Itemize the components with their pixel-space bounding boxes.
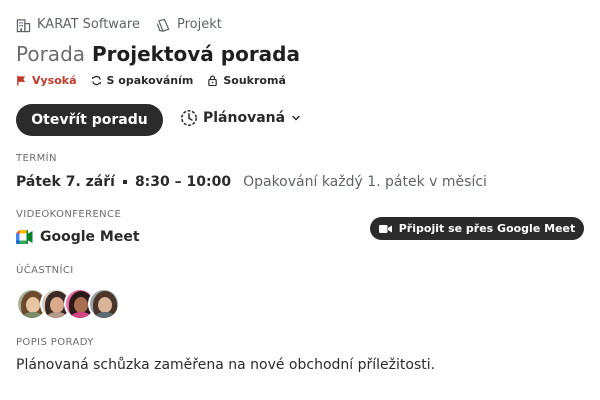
- recurrence-label: S opakováním: [106, 74, 194, 87]
- title-name: Projektová porada: [91, 42, 300, 66]
- term-section-label: TERMÍN: [16, 153, 57, 164]
- status-dropdown[interactable]: Plánovaná: [180, 109, 301, 127]
- page-title: Porada Projektová porada: [16, 41, 300, 67]
- participants-section-label: ÚČASTNÍCI: [16, 265, 74, 276]
- term-time: 8:30 – 10:00: [134, 174, 232, 190]
- building-icon: [16, 18, 31, 32]
- breadcrumb-company[interactable]: KARAT Software: [16, 17, 140, 33]
- description-section-label: POPIS PORADY: [16, 337, 94, 348]
- term-date: Pátek 7. září: [16, 174, 115, 190]
- project-icon: [156, 18, 170, 32]
- status-label: Plánovaná: [203, 110, 286, 126]
- meeting-card: KARAT Software Projekt Porada Projektová…: [0, 0, 600, 400]
- open-meeting-button[interactable]: Otevřít poradu: [16, 104, 163, 136]
- google-meet-icon: [16, 230, 33, 244]
- repeat-icon: [91, 75, 101, 86]
- term-repeat: Opakování každý 1. pátek v měsíci: [243, 174, 487, 190]
- privacy-label: Soukromá: [223, 74, 286, 87]
- privacy-tag: Soukromá: [207, 74, 286, 87]
- lock-icon: [208, 75, 218, 86]
- participant-avatars: [16, 288, 120, 320]
- priority-tag: Vysoká: [16, 74, 77, 87]
- video-provider: Google Meet: [16, 229, 140, 245]
- video-section-label: VIDEOKONFERENCE: [16, 209, 122, 220]
- term-row: Pátek 7. září 8:30 – 10:00 Opakování kaž…: [16, 174, 487, 190]
- chevron-down-icon: [292, 115, 300, 121]
- join-button-label: Připojit se přes Google Meet: [398, 222, 576, 235]
- separator-dot: [122, 180, 127, 184]
- clock-icon: [181, 110, 197, 126]
- breadcrumb: KARAT Software Projekt: [16, 17, 238, 33]
- tag-row: Vysoká S opakováním Soukromá: [16, 74, 300, 87]
- breadcrumb-project-label: Projekt: [176, 17, 222, 32]
- video-camera-icon: [378, 224, 392, 233]
- breadcrumb-project[interactable]: Projekt: [156, 17, 222, 33]
- breadcrumb-company-label: KARAT Software: [37, 17, 140, 32]
- flag-icon: [17, 75, 26, 86]
- join-google-meet-button[interactable]: Připojit se přes Google Meet: [370, 217, 584, 240]
- video-provider-name: Google Meet: [40, 229, 140, 245]
- recurrence-tag: S opakováním: [91, 74, 194, 87]
- description-text: Plánovaná schůzka zaměřena na nové obcho…: [16, 357, 436, 373]
- avatar[interactable]: [88, 288, 120, 320]
- title-prefix: Porada: [16, 42, 86, 66]
- priority-label: Vysoká: [32, 74, 77, 87]
